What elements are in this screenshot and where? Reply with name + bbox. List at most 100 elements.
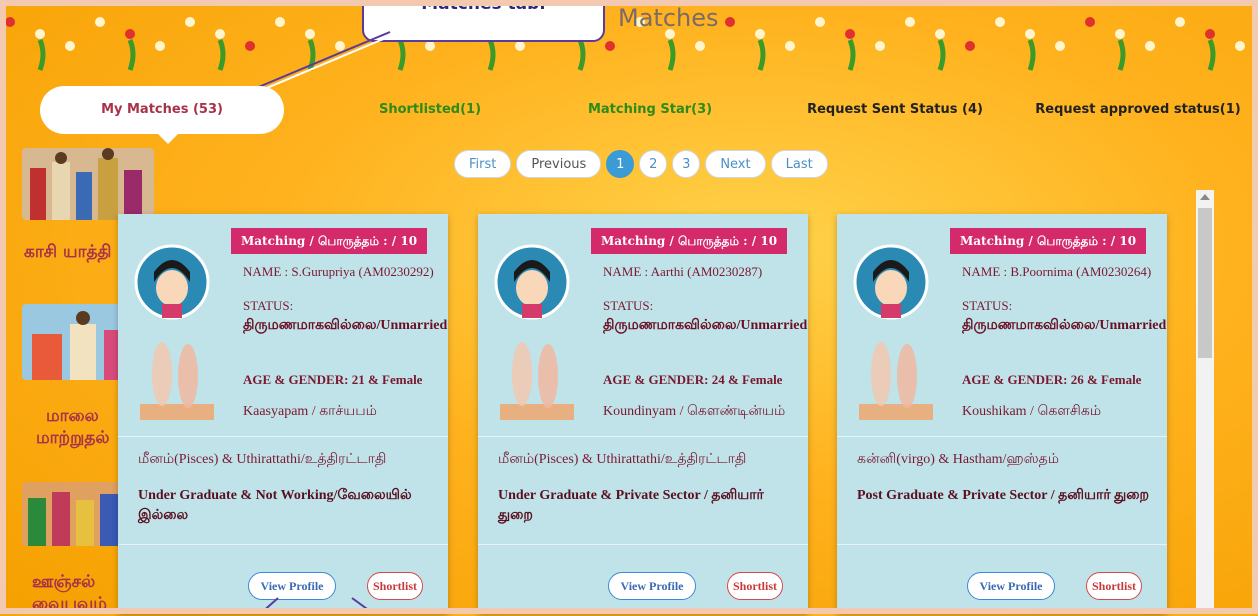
shortlist-button[interactable]: Shortlist — [1086, 572, 1142, 600]
age-gender: AGE & GENDER: 21 & Female — [243, 372, 423, 387]
age-gender: AGE & GENDER: 24 & Female — [603, 372, 783, 387]
rasi-star: மீனம்(Pisces) & Uthirattathi/உத்திரட்டாத… — [498, 452, 747, 467]
garland-flower — [1025, 29, 1035, 39]
education-occupation: Under Graduate & Not Working/வேலையில் இல… — [138, 488, 412, 523]
garland-flower — [275, 17, 285, 27]
garland-flower — [1085, 17, 1095, 27]
education-occupation: Under Graduate & Private Sector / தனியார… — [498, 488, 764, 523]
garland-leaf — [937, 39, 946, 71]
divider — [118, 544, 448, 545]
couple-illustration-icon — [859, 342, 933, 420]
ritual-image-kasi-yathirai[interactable] — [22, 148, 154, 220]
garland-leaf — [37, 39, 46, 71]
garland-flower — [785, 41, 795, 51]
bride-avatar-icon — [494, 244, 570, 320]
page-3-button[interactable]: 3 — [672, 150, 701, 178]
garland-leaf — [127, 39, 136, 71]
garland-flower — [875, 41, 885, 51]
divider — [478, 436, 808, 437]
couple-illustration-icon — [140, 342, 214, 420]
profile-name: NAME : S.Gurupriya (AM0230292) — [243, 264, 434, 279]
matching-score-badge: Matching / பொருத்தம் : / 10 — [591, 228, 788, 254]
page-first-button[interactable]: First — [454, 150, 512, 178]
garland-leaf — [487, 39, 496, 71]
tab-shortlisted[interactable]: Shortlisted(1) — [340, 86, 520, 134]
age-gender: AGE & GENDER: 26 & Female — [962, 372, 1142, 387]
status-value: திருமணமாகவில்லை/Unmarried — [243, 318, 448, 333]
page-next-button[interactable]: Next — [705, 150, 766, 178]
matching-score-badge: Matching / பொருத்தம் : / 10 — [950, 228, 1147, 254]
shortlist-button[interactable]: Shortlist — [727, 572, 783, 600]
garland-flower — [1115, 29, 1125, 39]
divider — [837, 436, 1167, 437]
divider — [118, 436, 448, 437]
page-title: Matches — [618, 4, 719, 32]
sidebar-item-malai-line2: மாற்றுதல் — [36, 428, 110, 448]
garland-flower — [845, 29, 855, 39]
garland-flower — [755, 29, 765, 39]
matches-tabs: My Matches (53) Shortlisted(1) Matching … — [0, 86, 1258, 144]
scrollbar[interactable] — [1196, 190, 1214, 614]
status-label: STATUS: — [243, 298, 294, 313]
garland-flower — [185, 17, 195, 27]
garland-leaf — [847, 39, 856, 71]
rasi-star: கன்னி(virgo) & Hastham/ஹஸ்தம் — [857, 452, 1060, 467]
page-previous-button[interactable]: Previous — [516, 150, 602, 178]
garland-flower — [425, 41, 435, 51]
rasi-star: மீனம்(Pisces) & Uthirattathi/உத்திரட்டாத… — [138, 452, 387, 467]
pagination: First Previous 1 2 3 Next Last — [454, 150, 828, 178]
garland-flower — [125, 29, 135, 39]
garland-flower — [1205, 29, 1215, 39]
garland-flower — [155, 41, 165, 51]
scroll-thumb[interactable] — [1198, 208, 1212, 358]
tab-matching-star[interactable]: Matching Star(3) — [570, 86, 730, 134]
garland-flower — [65, 41, 75, 51]
scroll-up-arrow-icon[interactable] — [1200, 194, 1210, 200]
garland-leaf — [757, 39, 766, 71]
matching-score-badge: Matching / பொருத்தம் : / 10 — [231, 228, 428, 254]
age-gender-value: 26 & Female — [1070, 372, 1142, 387]
garland-leaf — [577, 39, 586, 71]
status-value: திருமணமாகவில்லை/Unmarried — [962, 318, 1167, 333]
status-label: STATUS: — [962, 298, 1013, 313]
profile-name: NAME : B.Poornima (AM0230264) — [962, 264, 1152, 279]
garland-flower — [935, 29, 945, 39]
garland-flower — [95, 17, 105, 27]
bride-avatar-icon — [853, 244, 929, 320]
garland-flower — [1235, 41, 1245, 51]
sidebar-item-oonjal[interactable]: ஊஞ்சல் — [32, 572, 95, 594]
tab-request-sent[interactable]: Request Sent Status (4) — [800, 86, 990, 134]
tab-request-approved[interactable]: Request approved status(1) — [1030, 86, 1246, 134]
tab-my-matches[interactable]: My Matches (53) — [40, 86, 284, 144]
age-gender-value: 24 & Female — [711, 372, 783, 387]
match-card: Matching / பொருத்தம் : / 10 NAME : Aarth… — [478, 214, 808, 614]
garland-leaf — [1117, 39, 1126, 71]
garland-flower — [1055, 41, 1065, 51]
status-value: திருமணமாகவில்லை/Unmarried — [603, 318, 808, 333]
garland-flower — [35, 29, 45, 39]
couple-illustration-icon — [500, 342, 574, 420]
garland-flower — [965, 41, 975, 51]
callout-pointer-bottom — [259, 597, 375, 614]
match-card: Matching / பொருத்தம் : / 10 NAME : B.Poo… — [837, 214, 1167, 614]
page-2-button[interactable]: 2 — [639, 150, 668, 178]
page-1-button[interactable]: 1 — [606, 150, 635, 178]
garland-flower — [1145, 41, 1155, 51]
garland-leaf — [667, 39, 676, 71]
divider — [478, 544, 808, 545]
bride-avatar-icon — [134, 244, 210, 320]
garland-flower — [515, 41, 525, 51]
garland-flower — [905, 17, 915, 27]
garland-flower — [1175, 17, 1185, 27]
sidebar-item-malai[interactable]: மாலை — [46, 406, 99, 428]
profile-name: NAME : Aarthi (AM0230287) — [603, 264, 763, 279]
sidebar-item-kasi[interactable]: காசி யாத்தி — [24, 242, 111, 264]
view-profile-button[interactable]: View Profile — [608, 572, 696, 600]
education-occupation: Post Graduate & Private Sector / தனியார்… — [857, 488, 1150, 503]
page-last-button[interactable]: Last — [770, 150, 828, 178]
gothra: Koundinyam / கௌண்டின்யம் — [603, 404, 786, 419]
view-profile-button[interactable]: View Profile — [967, 572, 1055, 600]
match-card: Matching / பொருத்தம் : / 10 NAME : S.Gur… — [118, 214, 448, 614]
status-label: STATUS: — [603, 298, 654, 313]
garland-flower — [695, 41, 705, 51]
